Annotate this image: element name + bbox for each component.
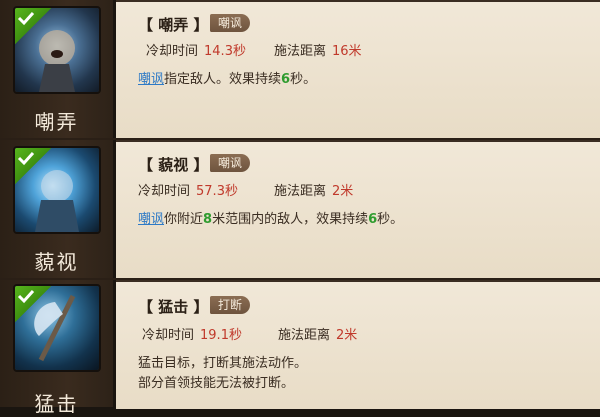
skill-row-taunt[interactable]: 嘲弄 【 嘲弄 】 嘲讽 冷却时间 14.3秒 施法距离 16米 嘲讽指定敌人。效果… — [0, 0, 600, 140]
description-line: 部分首领技能无法被打断。 — [138, 376, 295, 391]
axe-strike-icon[interactable] — [13, 284, 101, 372]
skill-title: 【 嘲弄 】 — [138, 16, 209, 34]
description-text: 秒。 — [377, 212, 404, 227]
unlocked-check-icon — [15, 148, 51, 184]
skill-name-label: 嘲弄 — [34, 110, 79, 134]
range-stat: 施法距离 2米 — [274, 184, 354, 199]
description-text: 指定敌人。效果持续 — [164, 72, 282, 87]
skill-tag-badge: 嘲讽 — [210, 154, 251, 172]
description-text: 米范围内的敌人，效果持续 — [212, 212, 369, 227]
numeric-value: 8 — [203, 212, 213, 227]
glowing-dwarf-icon[interactable] — [13, 146, 101, 234]
numeric-value: 6 — [368, 212, 378, 227]
description-text: 秒。 — [290, 72, 317, 87]
numeric-value: 6 — [281, 72, 291, 87]
skill-tag-badge: 嘲讽 — [210, 14, 251, 32]
skill-title: 【 藐视 】 — [138, 156, 209, 174]
taunt-keyword-link[interactable]: 嘲讽 — [138, 72, 164, 87]
skill-title: 【 猛击 】 — [138, 298, 209, 316]
skill-detail-card: 【 藐视 】 嘲讽 冷却时间 57.3秒 施法距离 2米 嘲讽你附近8米范围内的敌人… — [116, 140, 600, 278]
cooldown-stat: 冷却时间 19.1秒 — [142, 328, 242, 343]
description-line: 猛击目标，打断其施法动作。 — [138, 356, 308, 371]
skill-description: 嘲讽你附近8米范围内的敌人，效果持续6秒。 — [138, 210, 403, 230]
roaring-warrior-icon[interactable] — [13, 6, 101, 94]
unlocked-check-icon — [15, 286, 51, 322]
skill-detail-card: 【 猛击 】 打断 冷却时间 19.1秒 施法距离 2米 猛击目标，打断其施法动作。… — [116, 280, 600, 409]
skill-tag-badge: 打断 — [210, 296, 251, 314]
cooldown-stat: 冷却时间 57.3秒 — [138, 184, 238, 199]
skill-description: 猛击目标，打断其施法动作。 部分首领技能无法被打断。 — [138, 354, 307, 394]
range-stat: 施法距离 2米 — [278, 328, 358, 343]
skill-row-strike[interactable]: 猛击 【 猛击 】 打断 冷却时间 19.1秒 施法距离 2米 猛击目标，打断其施法… — [0, 280, 600, 416]
skill-name-label: 藐视 — [34, 250, 79, 274]
skill-name-label: 猛击 — [34, 392, 79, 416]
skill-description: 嘲讽指定敌人。效果持续6秒。 — [138, 70, 316, 90]
skill-detail-card: 【 嘲弄 】 嘲讽 冷却时间 14.3秒 施法距离 16米 嘲讽指定敌人。效果持续6… — [116, 0, 600, 138]
skill-row-scorn[interactable]: 藐视 【 藐视 】 嘲讽 冷却时间 57.3秒 施法距离 2米 嘲讽你附近8米范围内… — [0, 140, 600, 280]
taunt-keyword-link[interactable]: 嘲讽 — [138, 212, 164, 227]
range-stat: 施法距离 16米 — [274, 44, 362, 59]
unlocked-check-icon — [15, 8, 51, 44]
cooldown-stat: 冷却时间 14.3秒 — [146, 44, 246, 59]
description-text: 你附近 — [164, 212, 204, 227]
